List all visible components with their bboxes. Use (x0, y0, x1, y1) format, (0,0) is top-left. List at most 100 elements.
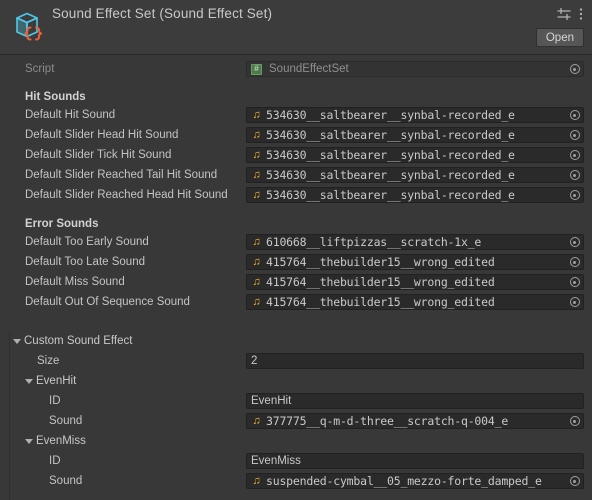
field-value: 534630__saltbearer__synbal-recorded_e (266, 108, 515, 122)
evenhit-sound-value: 377775__q-m-d-three__scratch-q-004_e (266, 414, 509, 428)
evenmiss-sound-value: suspended-cymbal__05_mezzo-forte_damped_… (266, 474, 542, 488)
object-picker-icon[interactable] (567, 474, 582, 488)
label-default-too-late-sound: Default Too Late Sound (25, 256, 145, 268)
evenhit-sound-label: Sound (49, 415, 83, 427)
chevron-down-icon (25, 378, 33, 384)
field-default-slider-reached-head-hit-sound[interactable]: ♫ 534630__saltbearer__synbal-recorded_e (246, 187, 584, 203)
label-default-slider-reached-head-hit-sound: Default Slider Reached Head Hit Sound (25, 189, 228, 201)
chevron-down-icon (13, 338, 21, 344)
script-field-value: SoundEffectSet (269, 63, 349, 75)
field-default-too-early-sound[interactable]: ♫ 610668__liftpizzas__scratch-1x_e (246, 234, 584, 250)
label-default-slider-reached-tail-hit-sound: Default Slider Reached Tail Hit Sound (25, 169, 218, 181)
field-default-out-of-sequence-sound[interactable]: ♫ 415764__thebuilder15__wrong_edited (246, 294, 584, 310)
inspector-window: Sound Effect Set (Sound Effect Set) Open… (0, 0, 592, 500)
audio-clip-icon: ♫ (252, 148, 261, 161)
field-default-miss-sound[interactable]: ♫ 415764__thebuilder15__wrong_edited (246, 274, 584, 290)
custom-sound-effect-label[interactable]: Custom Sound Effect (24, 332, 132, 350)
array-size-value: 2 (251, 355, 258, 367)
row-evenhit-sound: Sound ♫ 377775__q-m-d-three__scratch-q-0… (0, 412, 592, 430)
csharp-script-icon: # (250, 63, 263, 76)
field-value: 610668__liftpizzas__scratch-1x_e (266, 235, 482, 249)
label-default-slider-tick-hit-sound: Default Slider Tick Hit Sound (25, 149, 172, 161)
audio-clip-icon: ♫ (252, 414, 261, 427)
field-value: 534630__saltbearer__synbal-recorded_e (266, 188, 515, 202)
evenmiss-id-field[interactable]: EvenMiss (246, 453, 584, 469)
section-header-error-sounds: Error Sounds (25, 218, 99, 230)
evenmiss-id-label: ID (49, 455, 61, 467)
object-picker-icon[interactable] (567, 295, 582, 309)
evenhit-id-label: ID (49, 395, 61, 407)
row-evenmiss-sound: Sound ♫ suspended-cymbal__05_mezzo-forte… (0, 472, 592, 490)
label-default-miss-sound: Default Miss Sound (25, 276, 125, 288)
script-field: # SoundEffectSet (246, 61, 584, 77)
element-evenmiss-label[interactable]: EvenMiss (36, 432, 86, 450)
row-default-out-of-sequence-sound: Default Out Of Sequence Sound ♫ 415764__… (0, 293, 592, 311)
evenmiss-id-value: EvenMiss (251, 455, 301, 467)
row-array-size: Size 2 (0, 352, 592, 370)
section-header-hit-sounds: Hit Sounds (25, 91, 86, 103)
evenhit-sound-field[interactable]: ♫ 377775__q-m-d-three__scratch-q-004_e (246, 413, 584, 429)
script-label: Script (25, 63, 55, 75)
row-default-slider-reached-tail-hit-sound: Default Slider Reached Tail Hit Sound ♫ … (0, 166, 592, 184)
label-default-out-of-sequence-sound: Default Out Of Sequence Sound (25, 296, 190, 308)
field-default-slider-reached-tail-hit-sound[interactable]: ♫ 534630__saltbearer__synbal-recorded_e (246, 167, 584, 183)
audio-clip-icon: ♫ (252, 235, 261, 248)
row-custom-sound-effect: Custom Sound Effect (0, 332, 592, 350)
audio-clip-icon: ♫ (252, 128, 261, 141)
audio-clip-icon: ♫ (252, 474, 261, 487)
field-value: 415764__thebuilder15__wrong_edited (266, 275, 495, 289)
row-default-slider-head-hit-sound: Default Slider Head Hit Sound ♫ 534630__… (0, 126, 592, 144)
field-default-too-late-sound[interactable]: ♫ 415764__thebuilder15__wrong_edited (246, 254, 584, 270)
row-script: Script # SoundEffectSet (0, 60, 592, 78)
audio-clip-icon: ♫ (252, 275, 261, 288)
object-picker-icon[interactable] (567, 148, 582, 162)
row-default-hit-sound: Default Hit Sound ♫ 534630__saltbearer__… (0, 106, 592, 124)
inspector-header: Sound Effect Set (Sound Effect Set) Open (0, 0, 592, 55)
script-object-picker-icon (567, 62, 582, 76)
field-value: 415764__thebuilder15__wrong_edited (266, 295, 495, 309)
element-evenhit-label[interactable]: EvenHit (36, 372, 76, 390)
row-evenhit-id: ID EvenHit (0, 392, 592, 410)
object-picker-icon[interactable] (567, 168, 582, 182)
object-picker-icon[interactable] (567, 188, 582, 202)
page-title: Sound Effect Set (Sound Effect Set) (52, 6, 273, 21)
field-value: 415764__thebuilder15__wrong_edited (266, 255, 495, 269)
row-element-evenmiss: EvenMiss (0, 432, 592, 450)
object-picker-icon[interactable] (567, 275, 582, 289)
array-size-field[interactable]: 2 (246, 353, 584, 369)
element-evenmiss-foldout-arrow[interactable] (23, 432, 35, 450)
field-default-hit-sound[interactable]: ♫ 534630__saltbearer__synbal-recorded_e (246, 107, 584, 123)
custom-sound-effect-foldout-arrow[interactable] (11, 332, 23, 350)
field-value: 534630__saltbearer__synbal-recorded_e (266, 148, 515, 162)
field-value: 534630__saltbearer__synbal-recorded_e (266, 128, 515, 142)
object-picker-icon[interactable] (567, 108, 582, 122)
field-default-slider-head-hit-sound[interactable]: ♫ 534630__saltbearer__synbal-recorded_e (246, 127, 584, 143)
more-options-icon[interactable] (576, 7, 586, 21)
evenmiss-sound-field[interactable]: ♫ suspended-cymbal__05_mezzo-forte_dampe… (246, 473, 584, 489)
evenhit-id-field[interactable]: EvenHit (246, 393, 584, 409)
inspector-body: Script # SoundEffectSet Hit Sounds Defau… (0, 55, 592, 500)
object-picker-icon[interactable] (567, 235, 582, 249)
scriptable-object-icon (10, 8, 46, 44)
row-default-slider-reached-head-hit-sound: Default Slider Reached Head Hit Sound ♫ … (0, 186, 592, 204)
audio-clip-icon: ♫ (252, 295, 261, 308)
row-evenmiss-id: ID EvenMiss (0, 452, 592, 470)
chevron-down-icon (25, 438, 33, 444)
audio-clip-icon: ♫ (252, 168, 261, 181)
row-default-miss-sound: Default Miss Sound ♫ 415764__thebuilder1… (0, 273, 592, 291)
audio-clip-icon: ♫ (252, 108, 261, 121)
audio-clip-icon: ♫ (252, 188, 261, 201)
element-evenhit-foldout-arrow[interactable] (23, 372, 35, 390)
object-picker-icon[interactable] (567, 414, 582, 428)
object-picker-icon[interactable] (567, 128, 582, 142)
row-element-evenhit: EvenHit (0, 372, 592, 390)
label-default-hit-sound: Default Hit Sound (25, 109, 116, 121)
label-default-slider-head-hit-sound: Default Slider Head Hit Sound (25, 129, 179, 141)
label-default-too-early-sound: Default Too Early Sound (25, 236, 149, 248)
field-default-slider-tick-hit-sound[interactable]: ♫ 534630__saltbearer__synbal-recorded_e (246, 147, 584, 163)
evenmiss-sound-label: Sound (49, 475, 83, 487)
preset-settings-icon[interactable] (556, 7, 572, 21)
open-button[interactable]: Open (535, 28, 584, 47)
field-value: 534630__saltbearer__synbal-recorded_e (266, 168, 515, 182)
object-picker-icon[interactable] (567, 255, 582, 269)
